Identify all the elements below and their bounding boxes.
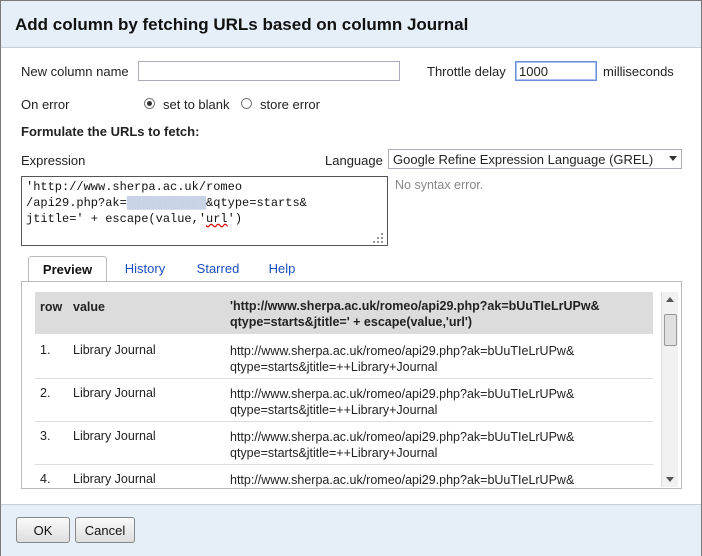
on-error-set-blank-radio[interactable] bbox=[144, 98, 155, 109]
redacted-api-key: ███████████ bbox=[126, 196, 207, 210]
row-url: http://www.sherpa.ac.uk/romeo/api29.php?… bbox=[230, 387, 575, 417]
row-number: 2. bbox=[40, 386, 51, 400]
preview-table-header: row value 'http://www.sherpa.ac.uk/romeo… bbox=[35, 292, 653, 334]
fetch-urls-dialog: Add column by fetching URLs based on col… bbox=[0, 0, 702, 556]
expression-line-3: jtitle=' + escape(value,'url') bbox=[26, 212, 243, 226]
language-select[interactable]: Google Refine Expression Language (GREL) bbox=[388, 149, 682, 169]
preview-panel: row value 'http://www.sherpa.ac.uk/romeo… bbox=[21, 281, 682, 489]
row-number: 4. bbox=[40, 472, 51, 486]
ok-button[interactable]: OK bbox=[16, 517, 70, 543]
row-url: http://www.sherpa.ac.uk/romeo/api29.php?… bbox=[230, 344, 575, 374]
expression-line-1: 'http://www.sherpa.ac.uk/romeo bbox=[26, 180, 243, 194]
table-row: 1. Library Journal http://www.sherpa.ac.… bbox=[35, 335, 653, 379]
row-value: Library Journal bbox=[73, 472, 156, 486]
new-column-input[interactable] bbox=[138, 61, 400, 81]
preview-tabs: Preview History Starred Help bbox=[21, 256, 682, 282]
scroll-up-icon[interactable] bbox=[666, 297, 674, 302]
dialog-titlebar: Add column by fetching URLs based on col… bbox=[1, 1, 701, 48]
throttle-delay-input[interactable]: 1000 bbox=[515, 61, 597, 81]
header-expression: 'http://www.sherpa.ac.uk/romeo/api29.php… bbox=[230, 299, 600, 329]
header-row: row bbox=[40, 300, 63, 314]
formulate-heading: Formulate the URLs to fetch: bbox=[21, 124, 200, 139]
expression-label: Expression bbox=[21, 153, 86, 168]
dialog-footer: OK Cancel bbox=[1, 504, 701, 556]
tab-starred[interactable]: Starred bbox=[189, 256, 247, 282]
scroll-down-icon[interactable] bbox=[666, 477, 674, 482]
new-column-label: New column name bbox=[21, 64, 129, 79]
tab-history[interactable]: History bbox=[119, 256, 171, 282]
syntax-status: No syntax error. bbox=[395, 178, 484, 192]
row-value: Library Journal bbox=[73, 429, 156, 443]
table-row: 2. Library Journal http://www.sherpa.ac.… bbox=[35, 378, 653, 422]
throttle-unit-label: milliseconds bbox=[603, 64, 674, 79]
on-error-label: On error bbox=[21, 97, 70, 112]
on-error-store-error-label[interactable]: store error bbox=[260, 97, 320, 112]
header-value: value bbox=[73, 300, 105, 314]
preview-scrollbar[interactable] bbox=[661, 292, 678, 487]
expression-line-2: /api29.php?ak=███████████&qtype=starts& bbox=[26, 196, 307, 210]
row-url: http://www.sherpa.ac.uk/romeo/api29.php?… bbox=[230, 473, 575, 487]
chevron-down-icon bbox=[669, 156, 677, 161]
resize-grip-icon[interactable] bbox=[373, 231, 385, 243]
scrollbar-thumb[interactable] bbox=[664, 314, 677, 346]
row-number: 1. bbox=[40, 343, 51, 357]
throttle-delay-value: 1000 bbox=[519, 64, 548, 79]
language-label: Language bbox=[325, 153, 383, 168]
table-row: 4. Library Journal http://www.sherpa.ac.… bbox=[35, 464, 653, 488]
on-error-store-error-radio[interactable] bbox=[241, 98, 252, 109]
throttle-delay-label: Throttle delay bbox=[427, 64, 506, 79]
row-number: 3. bbox=[40, 429, 51, 443]
on-error-set-blank-label[interactable]: set to blank bbox=[163, 97, 230, 112]
tab-preview[interactable]: Preview bbox=[28, 256, 107, 282]
row-url: http://www.sherpa.ac.uk/romeo/api29.php?… bbox=[230, 430, 575, 460]
dialog-title: Add column by fetching URLs based on col… bbox=[15, 15, 469, 34]
cancel-button[interactable]: Cancel bbox=[75, 517, 135, 543]
expression-editor[interactable]: 'http://www.sherpa.ac.uk/romeo /api29.ph… bbox=[21, 176, 388, 246]
row-value: Library Journal bbox=[73, 343, 156, 357]
tab-help[interactable]: Help bbox=[263, 256, 301, 282]
language-value: Google Refine Expression Language (GREL) bbox=[393, 152, 654, 167]
row-value: Library Journal bbox=[73, 386, 156, 400]
table-row: 3. Library Journal http://www.sherpa.ac.… bbox=[35, 421, 653, 465]
